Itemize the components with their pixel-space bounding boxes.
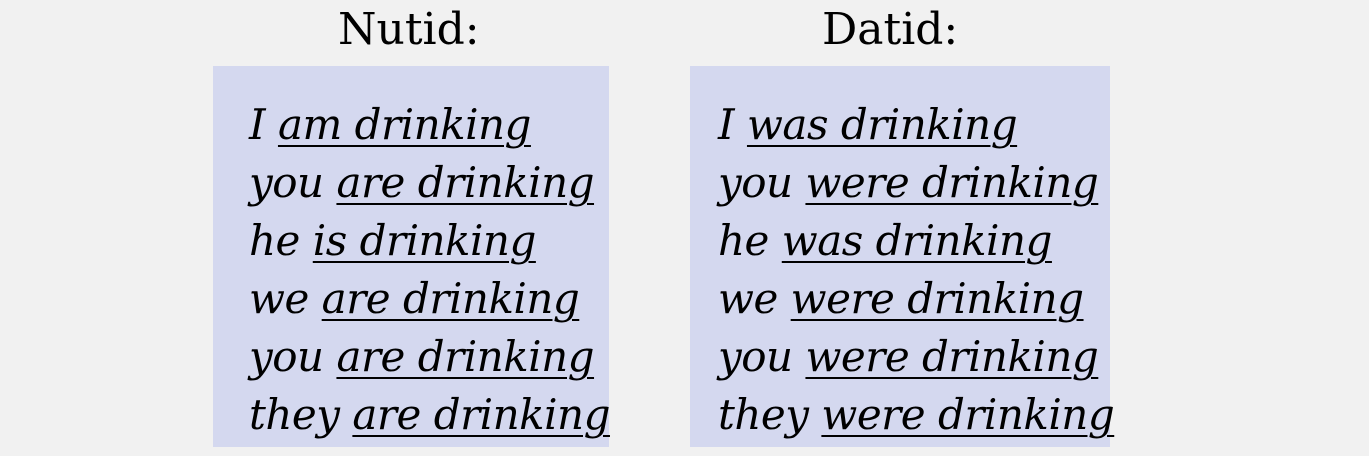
present-row-1: I am drinking — [249, 96, 610, 154]
pronoun: I — [718, 100, 735, 149]
conjugation-figure: Nutid: Datid: I am drinking you are drin… — [0, 0, 1369, 456]
present-row-6: they are drinking — [249, 386, 610, 444]
pronoun: they — [718, 390, 809, 439]
present-tense-heading: Nutid: — [338, 4, 480, 55]
verb-phrase: were drinking — [805, 332, 1099, 381]
past-tense-list: I was drinking you were drinking he was … — [718, 96, 1115, 444]
past-row-1: I was drinking — [718, 96, 1114, 154]
pronoun: you — [718, 332, 793, 381]
pronoun: we — [249, 274, 309, 323]
present-row-3: he is drinking — [249, 212, 610, 270]
present-row-4: we are drinking — [249, 270, 610, 328]
verb-phrase: is drinking — [312, 216, 537, 265]
verb-phrase: are drinking — [336, 158, 595, 207]
present-tense-panel: I am drinking you are drinking he is dri… — [213, 66, 610, 447]
pronoun: you — [249, 332, 324, 381]
pronoun: you — [718, 158, 793, 207]
verb-phrase: were drinking — [821, 390, 1115, 439]
past-row-5: you were drinking — [718, 328, 1114, 386]
present-row-5: you are drinking — [249, 328, 610, 386]
verb-phrase: are drinking — [352, 390, 610, 439]
present-row-2: you are drinking — [249, 154, 610, 212]
verb-phrase: was drinking — [781, 216, 1053, 265]
past-row-2: you were drinking — [718, 154, 1114, 212]
pronoun: you — [249, 158, 324, 207]
verb-phrase: were drinking — [805, 158, 1099, 207]
pronoun: he — [718, 216, 769, 265]
verb-phrase: were drinking — [790, 274, 1084, 323]
pronoun: we — [718, 274, 778, 323]
present-tense-list: I am drinking you are drinking he is dri… — [249, 96, 610, 444]
pronoun: they — [249, 390, 340, 439]
verb-phrase: am drinking — [277, 100, 531, 149]
verb-phrase: was drinking — [746, 100, 1018, 149]
verb-phrase: are drinking — [321, 274, 580, 323]
past-tense-heading: Datid: — [822, 4, 959, 55]
pronoun: he — [249, 216, 300, 265]
verb-phrase: are drinking — [336, 332, 595, 381]
past-row-6: they were drinking — [718, 386, 1115, 444]
past-row-4: we were drinking — [718, 270, 1114, 328]
past-row-3: he was drinking — [718, 212, 1114, 270]
past-tense-panel: I was drinking you were drinking he was … — [690, 66, 1115, 447]
pronoun: I — [249, 100, 266, 149]
